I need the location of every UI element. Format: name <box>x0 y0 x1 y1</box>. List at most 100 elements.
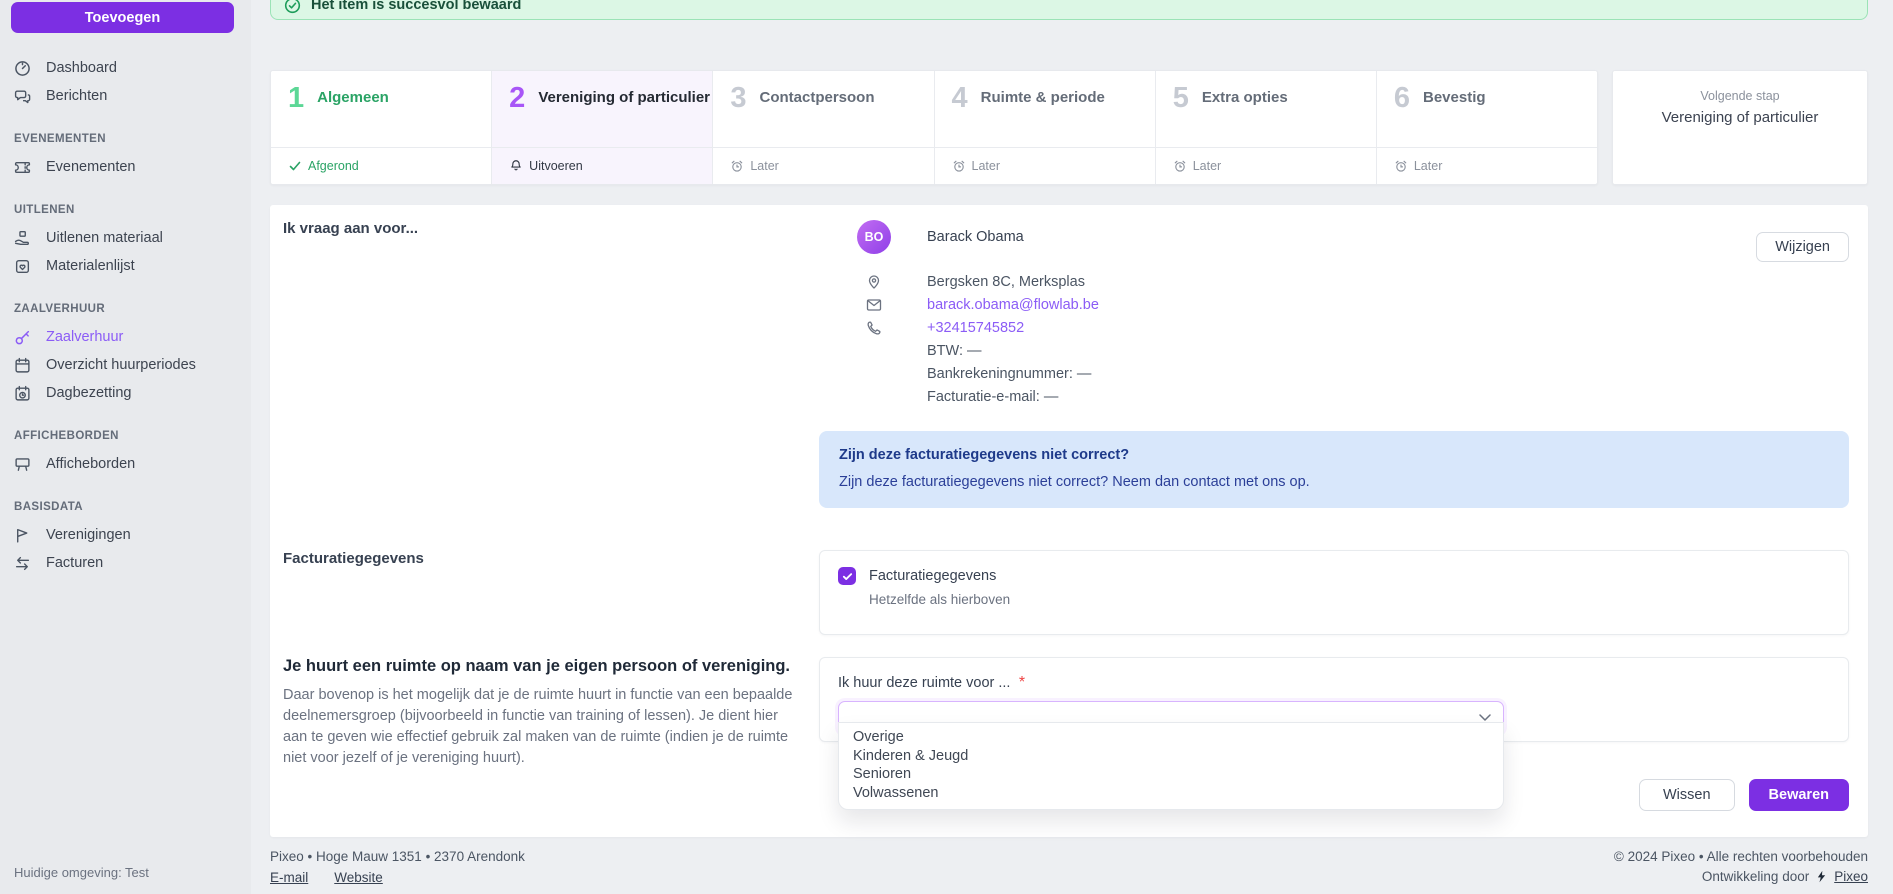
sidebar-item-label: Uitlenen materiaal <box>46 230 163 246</box>
sidebar-section-zaalverhuur: ZAALVERHUUR <box>14 303 237 315</box>
sidebar-item-label: Evenementen <box>46 159 135 175</box>
step-label: Bevestig <box>1423 84 1486 106</box>
next-step-card: Volgende stap Vereniging of particulier <box>1612 70 1868 185</box>
chevron-down-icon <box>1479 714 1491 722</box>
option-senioren[interactable]: Senioren <box>839 765 1503 784</box>
invoicing-heading: Facturatiegegevens <box>283 550 819 567</box>
section-invoicing: Facturatiegegevens Facturatiegegevens He… <box>283 550 1849 635</box>
step-status: Uitvoeren <box>529 159 583 173</box>
step-contactpersoon[interactable]: 3 Contactpersoon Later <box>713 71 934 184</box>
page-footer: Pixeo • Hoge Mauw 1351 • 2370 Arendonk E… <box>270 849 1868 885</box>
sidebar-item-uitlenen-materiaal[interactable]: Uitlenen materiaal <box>0 224 251 252</box>
checkbox-label[interactable]: Facturatiegegevens <box>869 568 996 584</box>
save-button[interactable]: Bewaren <box>1749 779 1849 811</box>
step-number: 2 <box>509 84 525 113</box>
edit-button[interactable]: Wijzigen <box>1756 232 1849 262</box>
environment-label: Huidige omgeving: Test <box>14 865 149 880</box>
footer-copyright: © 2024 Pixeo • Alle rechten voorbehouden <box>1614 849 1868 864</box>
section-request: Ik vraag aan voor... Wijzigen BO Barack … <box>283 205 1849 508</box>
step-status: Later <box>972 159 1001 173</box>
spacer <box>866 389 882 405</box>
sidebar-item-berichten[interactable]: Berichten <box>0 82 251 110</box>
sidebar-item-label: Afficheborden <box>46 456 135 472</box>
add-button[interactable]: Toevoegen <box>11 2 234 33</box>
step-number: 6 <box>1394 84 1410 113</box>
option-volwassenen[interactable]: Volwassenen <box>839 784 1503 803</box>
sidebar-section-basisdata: BASISDATA <box>14 501 237 513</box>
sidebar-item-afficheborden[interactable]: Afficheborden <box>0 450 251 478</box>
sidebar-item-overzicht-huurperiodes[interactable]: Overzicht huurperiodes <box>0 351 251 379</box>
pixeo-logo-icon <box>1815 870 1828 883</box>
next-step-value: Vereniging of particulier <box>1613 109 1867 126</box>
step-label: Ruimte & periode <box>981 84 1105 106</box>
footer-website-link[interactable]: Website <box>334 870 383 885</box>
step-vereniging-of-particulier[interactable]: 2 Vereniging of particulier Uitvoeren <box>492 71 713 184</box>
step-number: 5 <box>1173 84 1189 113</box>
sidebar-item-materialenlijst[interactable]: Materialenlijst <box>0 252 251 280</box>
alarm-clock-icon <box>730 159 744 173</box>
sidebar-item-verenigingen[interactable]: Verenigingen <box>0 521 251 549</box>
option-kinderen-jeugd[interactable]: Kinderen & Jeugd <box>839 747 1503 766</box>
step-status: Later <box>1414 159 1443 173</box>
avatar: BO <box>857 220 891 254</box>
spacer <box>866 366 882 382</box>
clear-button[interactable]: Wissen <box>1639 779 1735 811</box>
steps-card: 1 Algemeen Afgerond 2 Vereniging of part… <box>270 70 1598 185</box>
footer-dev-link[interactable]: Pixeo <box>1834 869 1868 884</box>
request-heading: Ik vraag aan voor... <box>283 220 819 237</box>
ticket-icon <box>14 159 31 176</box>
alarm-clock-icon <box>1394 159 1408 173</box>
step-wizard: 1 Algemeen Afgerond 2 Vereniging of part… <box>270 70 1868 185</box>
step-status: Later <box>1193 159 1222 173</box>
contact-card: BO Barack Obama Bergsken 8C, Merksplas b… <box>819 220 1849 408</box>
calendar-icon <box>14 357 31 374</box>
billboard-icon <box>14 456 31 473</box>
contact-address: Bergsken 8C, Merksplas <box>927 274 1849 290</box>
sidebar-item-label: Berichten <box>46 88 107 104</box>
invoicing-card: Facturatiegegevens Hetzelfde als hierbov… <box>819 550 1849 635</box>
sidebar-item-zaalverhuur[interactable]: Zaalverhuur <box>0 323 251 351</box>
invoicing-checkbox[interactable] <box>838 567 856 585</box>
sidebar-item-dashboard[interactable]: Dashboard <box>0 54 251 82</box>
sidebar: Toevoegen Dashboard Berichten EVENEMENTE… <box>0 0 251 894</box>
contact-phone-link[interactable]: +32415745852 <box>927 320 1849 336</box>
banner-message: Het item is succesvol bewaard <box>311 0 521 14</box>
step-status: Afgerond <box>308 159 359 173</box>
footer-address: Pixeo • Hoge Mauw 1351 • 2370 Arendonk <box>270 849 525 864</box>
step-bevestig[interactable]: 6 Bevestig Later <box>1377 71 1597 184</box>
sidebar-item-evenementen[interactable]: Evenementen <box>0 153 251 181</box>
sidebar-item-label: Verenigingen <box>46 527 131 543</box>
contact-btw: BTW: — <box>927 343 1849 359</box>
hand-box-icon <box>14 230 31 247</box>
messages-icon <box>14 88 31 105</box>
sidebar-item-label: Materialenlijst <box>46 258 135 274</box>
dashboard-icon <box>14 60 31 77</box>
footer-dev-prefix: Ontwikkeling door <box>1702 869 1809 884</box>
flag-icon <box>14 527 31 544</box>
phone-icon <box>866 320 882 336</box>
footer-email-link[interactable]: E-mail <box>270 870 308 885</box>
sidebar-item-dagbezetting[interactable]: Dagbezetting <box>0 379 251 407</box>
swap-arrows-icon <box>14 555 31 572</box>
step-ruimte-periode[interactable]: 4 Ruimte & periode Later <box>935 71 1156 184</box>
checkbox-subtext: Hetzelfde als hierboven <box>869 592 1830 607</box>
step-algemeen[interactable]: 1 Algemeen Afgerond <box>271 71 492 184</box>
contact-email-link[interactable]: barack.obama@flowlab.be <box>927 297 1849 313</box>
step-label: Extra opties <box>1202 84 1288 106</box>
step-extra-opties[interactable]: 5 Extra opties Later <box>1156 71 1377 184</box>
info-box-title: Zijn deze facturatiegegevens niet correc… <box>839 447 1829 463</box>
check-circle-icon <box>284 0 301 14</box>
info-box-body: Zijn deze facturatiegegevens niet correc… <box>839 474 1829 490</box>
alarm-clock-icon <box>1173 159 1187 173</box>
main-content: Het item is succesvol bewaard 1 Algemeen… <box>251 0 1893 894</box>
step-label: Vereniging of particulier <box>538 84 710 106</box>
billing-info-box: Zijn deze facturatiegegevens niet correc… <box>819 431 1849 508</box>
envelope-icon <box>866 297 882 313</box>
alarm-clock-icon <box>952 159 966 173</box>
step-status: Later <box>750 159 779 173</box>
sidebar-section-afficheborden: AFFICHEBORDEN <box>14 430 237 442</box>
sidebar-item-facturen[interactable]: Facturen <box>0 549 251 577</box>
check-icon <box>288 159 302 173</box>
rental-field-label: Ik huur deze ruimte voor ... <box>838 675 1010 691</box>
option-overige[interactable]: Overige <box>839 728 1503 747</box>
